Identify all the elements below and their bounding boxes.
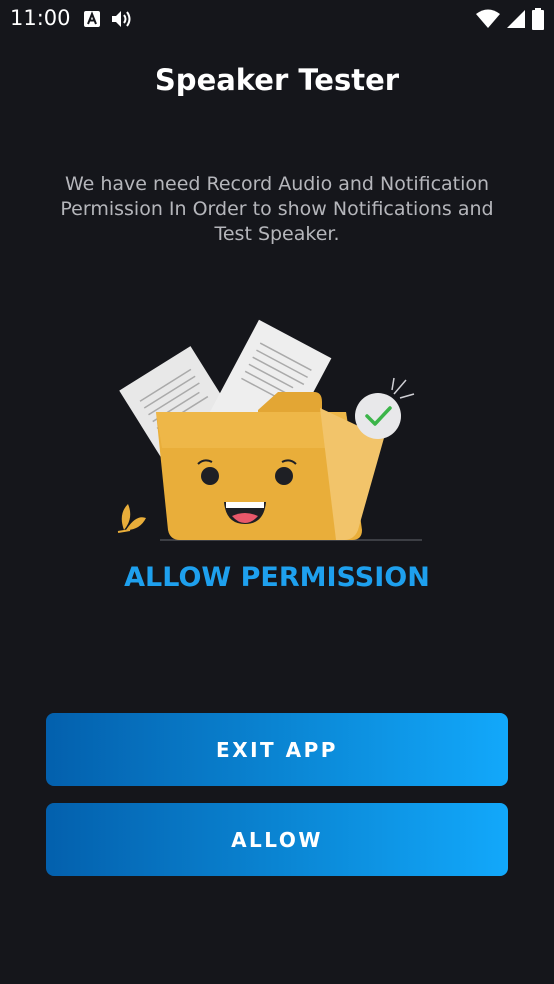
allow-permission-heading: ALLOW PERMISSION [124,562,430,593]
wifi-icon [476,9,500,34]
cell-signal-icon [506,9,526,34]
volume-icon [110,9,134,34]
battery-icon [532,8,544,35]
status-bar: 11:00 [0,0,554,38]
status-time: 11:00 [10,6,71,30]
allow-button[interactable]: ALLOW [46,803,508,876]
exit-app-button[interactable]: EXIT APP [46,713,508,786]
permission-screen: 11:00 Speaker Tester We have need Record… [0,0,554,984]
folder-illustration [110,318,430,550]
permission-description: We have need Record Audio and Notificati… [60,173,494,245]
font-a-icon [84,11,100,32]
app-title: Speaker Tester [154,63,400,97]
status-left-icons [84,9,134,34]
status-right-icons [476,8,544,35]
